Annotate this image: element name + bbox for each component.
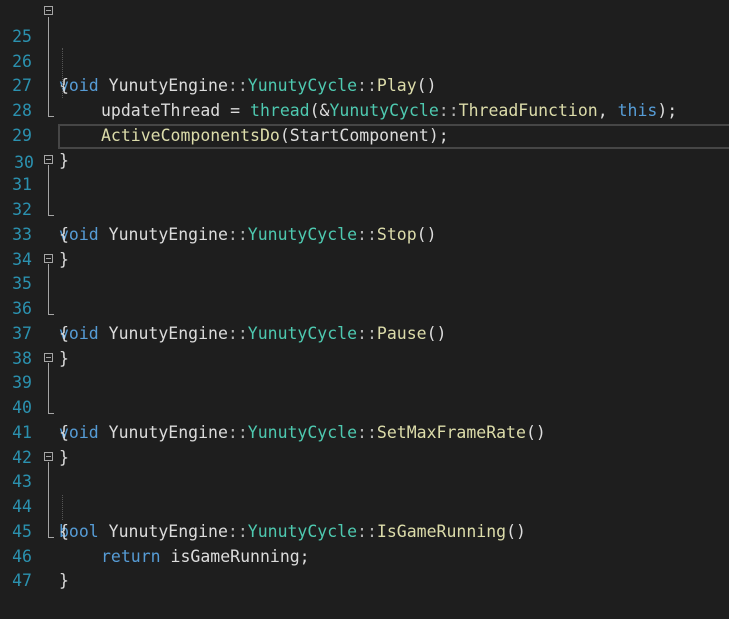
code-editor[interactable]: 25 void YunutyEngine::YunutyCycle::Play(… — [0, 0, 729, 591]
indent-guide — [62, 48, 63, 98]
outline-bar — [48, 363, 49, 413]
outline-end — [48, 215, 54, 216]
line-number: 29 — [12, 125, 32, 145]
line-number: 47 — [12, 571, 32, 591]
code-line-26[interactable]: 26 { — [0, 25, 729, 96]
outline-end — [48, 314, 54, 315]
code-text: } — [59, 569, 69, 594]
code-line-40[interactable]: 40 { — [0, 371, 729, 442]
code-line-27[interactable]: 27 updateThread = thread(&YunutyCycle::T… — [0, 50, 729, 120]
code-line-42[interactable]: 42 — [0, 421, 729, 467]
code-line-44[interactable]: 44 { — [0, 470, 729, 541]
collapse-toggle-icon[interactable] — [44, 6, 53, 15]
code-line-37[interactable]: 37 } — [0, 297, 729, 368]
collapse-toggle-icon[interactable] — [44, 253, 53, 263]
outline-end — [48, 116, 54, 117]
outline-bar — [48, 462, 49, 537]
code-line-47[interactable]: 47 — [0, 545, 729, 590]
code-line-38[interactable]: 38 — [0, 322, 729, 368]
outline-bar — [48, 264, 49, 314]
code-line-31[interactable]: 31 void YunutyEngine::YunutyCycle::Stop(… — [0, 149, 729, 244]
code-line-46[interactable]: 46 } — [0, 520, 729, 591]
code-line-25[interactable]: 25 void YunutyEngine::YunutyCycle::Play(… — [0, 0, 729, 95]
code-line-35[interactable]: 35 void YunutyEngine::YunutyCycle::Pause… — [0, 248, 729, 343]
code-line-28[interactable]: 28 ActiveComponentsDo(StartComponent); — [0, 74, 729, 145]
code-line-36[interactable]: 36 { — [0, 272, 729, 343]
close-brace: } — [59, 571, 69, 591]
outline-end — [48, 537, 54, 538]
code-line-41[interactable]: 41 } — [0, 396, 729, 467]
code-line-33[interactable]: 33 } — [0, 198, 729, 269]
indent-guide — [62, 495, 63, 520]
outline-bar — [48, 165, 49, 215]
collapse-toggle-icon[interactable] — [44, 154, 53, 164]
outline-end — [48, 413, 54, 414]
code-line-29[interactable]: 29 } — [0, 99, 729, 170]
outline-bar — [48, 17, 49, 116]
code-line-45[interactable]: 45 return isGameRunning; — [0, 495, 729, 566]
collapse-toggle-icon[interactable] — [44, 451, 53, 461]
code-line-39[interactable]: 39 void YunutyEngine::YunutyCycle::SetMa… — [0, 347, 729, 442]
code-line-43[interactable]: 43 bool YunutyEngine::YunutyCycle::IsGam… — [0, 446, 729, 541]
current-line-30[interactable]: 30 — [14, 123, 729, 172]
collapse-toggle-icon[interactable] — [44, 352, 53, 362]
code-line-34[interactable]: 34 — [0, 223, 729, 269]
code-line-32[interactable]: 32 { — [0, 173, 729, 244]
